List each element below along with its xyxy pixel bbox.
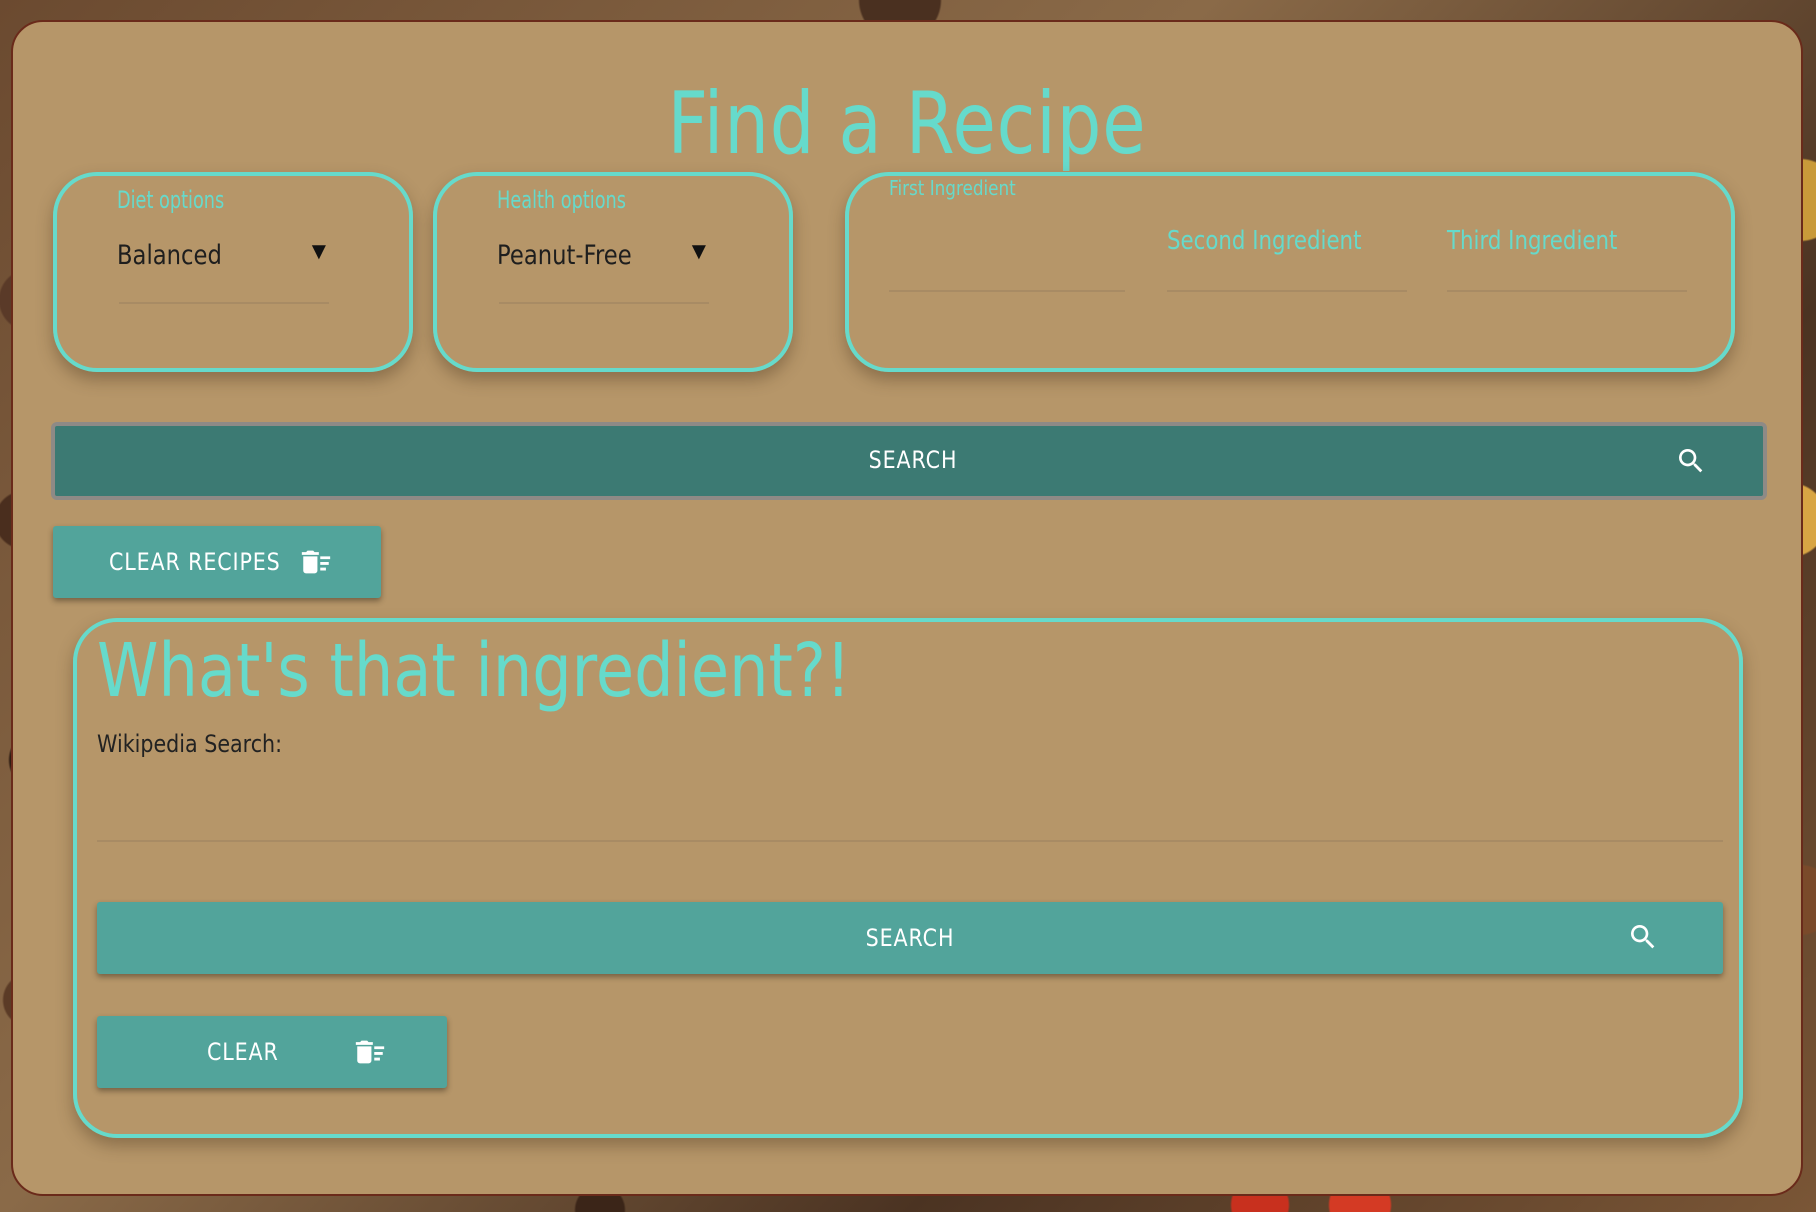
wikipedia-search-button-label: SEARCH bbox=[865, 924, 955, 952]
wikipedia-clear-label: CLEAR bbox=[207, 1038, 279, 1066]
health-select-value: Peanut-Free bbox=[497, 240, 632, 271]
main-panel: Find a Recipe Diet options Balanced ▼ He… bbox=[11, 20, 1803, 1196]
third-ingredient-underline bbox=[1447, 290, 1687, 292]
search-icon bbox=[1631, 925, 1655, 949]
wikipedia-clear-button[interactable]: CLEAR bbox=[97, 1016, 447, 1088]
delete-sweep-icon bbox=[301, 550, 331, 574]
first-ingredient-underline bbox=[889, 290, 1125, 292]
recipe-search-button[interactable]: SEARCH bbox=[51, 422, 1767, 500]
second-ingredient-label: Second Ingredient bbox=[1167, 226, 1362, 256]
diet-options-card: Diet options Balanced ▼ bbox=[53, 172, 413, 372]
health-options-card: Health options Peanut-Free ▼ bbox=[433, 172, 793, 372]
diet-select-value: Balanced bbox=[117, 240, 222, 271]
first-ingredient-label: First Ingredient bbox=[889, 176, 1016, 200]
ingredients-card: First Ingredient Second Ingredient Third… bbox=[845, 172, 1735, 372]
diet-select-underline bbox=[119, 302, 329, 304]
wikipedia-search-button[interactable]: SEARCH bbox=[97, 902, 1723, 974]
health-select-underline bbox=[499, 302, 709, 304]
delete-sweep-icon bbox=[355, 1040, 385, 1064]
wikipedia-search-input[interactable] bbox=[97, 772, 1723, 842]
third-ingredient-field[interactable]: Third Ingredient bbox=[1447, 176, 1687, 296]
second-ingredient-underline bbox=[1167, 290, 1407, 292]
search-icon bbox=[1679, 449, 1703, 473]
page-title: Find a Recipe bbox=[667, 74, 1147, 174]
dropdown-arrow-icon: ▼ bbox=[687, 238, 711, 265]
wikipedia-search-underline bbox=[97, 840, 1723, 842]
third-ingredient-label: Third Ingredient bbox=[1447, 226, 1618, 256]
wikipedia-card: What's that ingredient?! Wikipedia Searc… bbox=[73, 618, 1743, 1138]
clear-recipes-button[interactable]: CLEAR RECIPES bbox=[53, 526, 381, 598]
diet-options-label: Diet options bbox=[117, 186, 225, 214]
wikipedia-card-title: What's that ingredient?! bbox=[97, 628, 851, 714]
clear-recipes-label: CLEAR RECIPES bbox=[109, 548, 281, 576]
wikipedia-search-label: Wikipedia Search: bbox=[97, 730, 283, 758]
dropdown-arrow-icon: ▼ bbox=[307, 238, 331, 265]
second-ingredient-field[interactable]: Second Ingredient bbox=[1167, 176, 1407, 296]
recipe-search-label: SEARCH bbox=[868, 446, 958, 474]
first-ingredient-field[interactable]: First Ingredient bbox=[889, 176, 1125, 296]
health-options-label: Health options bbox=[497, 186, 626, 214]
diet-select[interactable]: Balanced ▼ bbox=[117, 236, 331, 284]
health-select[interactable]: Peanut-Free ▼ bbox=[497, 236, 711, 284]
